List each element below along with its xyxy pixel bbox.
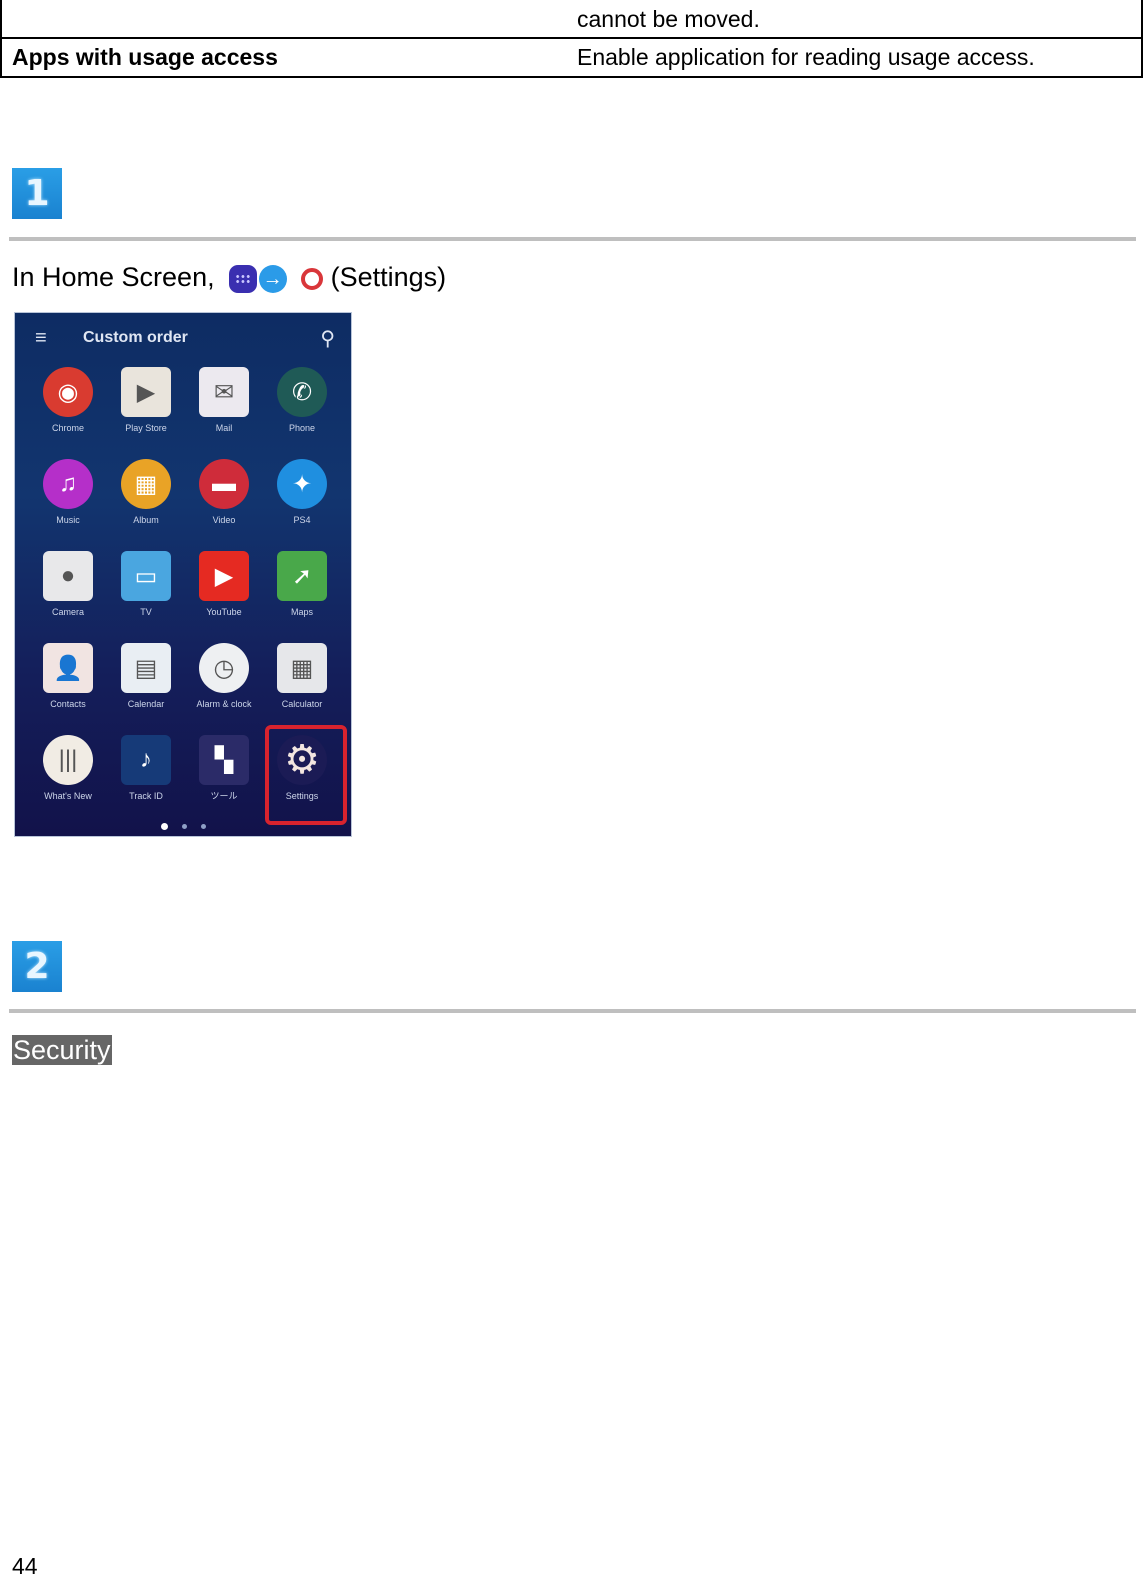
app-music[interactable]: ♫ Music [29,459,107,535]
app-[interactable]: ▚ ツール [185,735,263,811]
app-youtube[interactable]: ▶ YouTube [185,551,263,627]
page-indicator [15,823,351,830]
app-settings[interactable]: ⚙ Settings [263,725,347,825]
camera-icon: ● [43,551,93,601]
security-menu-label[interactable]: Security [12,1035,112,1065]
album-icon: ▦ [121,459,171,509]
app-phone[interactable]: ✆ Phone [263,367,341,443]
app-album[interactable]: ▦ Album [107,459,185,535]
app-label: Chrome [51,423,84,433]
table-cell-description: Enable application for reading usage acc… [577,44,1035,70]
calculator-icon: ▦ [277,643,327,693]
clock-icon: ◷ [199,643,249,693]
app-ps4[interactable]: ✦ PS4 [263,459,341,535]
folder-icon: ▚ [199,735,249,785]
app-label: Phone [288,423,316,433]
phone-icon: ✆ [277,367,327,417]
app-label: Calculator [281,699,323,709]
mail-icon: ✉ [199,367,249,417]
app-grid: ◉ Chrome ▶ Play Store ✉ Mail ✆ Phone ♫ Music ▦ Albu… [15,363,351,825]
app-alarm-clock[interactable]: ◷ Alarm & clock [185,643,263,719]
settings-gear-icon: ⚙ [277,735,327,785]
app-label: Video [212,515,236,525]
page-dot[interactable] [200,824,206,829]
app-calendar[interactable]: ▤ Calendar [107,643,185,719]
table-row: cannot be moved. [2,0,1141,39]
app-what-s-new[interactable]: ||| What's New [29,735,107,811]
app-drawer-header: ≡ Custom order ⚲ [15,313,351,363]
table-cell-label: Apps with usage access [12,44,278,70]
step-1-icon: 1 [12,168,62,219]
calendar-icon: ▤ [121,643,171,693]
app-label: ツール [210,791,238,801]
whats-new-icon: ||| [43,735,93,785]
video-icon: ▬ [199,459,249,509]
step-2-instruction: Security [12,1035,112,1066]
instruction-text-settings: (Settings) [330,262,447,292]
app-camera[interactable]: ● Camera [29,551,107,627]
step-number: 2 [24,946,50,987]
settings-icon [300,267,323,290]
table-row: Apps with usage access Enable applicatio… [2,39,1141,78]
app-label: Album [133,515,159,525]
step-number: 1 [24,173,50,214]
app-label: Mail [215,423,233,433]
apps-icon [228,264,257,293]
app-tv[interactable]: ▭ TV [107,551,185,627]
app-label: Calendar [127,699,165,709]
app-label: Contacts [50,699,86,709]
step-1-instruction: In Home Screen, → (Settings) [12,262,446,293]
music-icon: ♫ [43,459,93,509]
app-label: Maps [290,607,313,617]
step-divider [9,1009,1136,1013]
app-mail[interactable]: ✉ Mail [185,367,263,443]
settings-description-table: cannot be moved. Apps with usage access … [0,0,1143,78]
maps-icon: ➚ [277,551,327,601]
instruction-icons: → [228,264,323,293]
phone-app-drawer-screenshot: ≡ Custom order ⚲ ◉ Chrome ▶ Play Store ✉ Mail… [14,312,352,837]
page-dot[interactable] [160,823,168,830]
arrow-right-icon: → [258,264,287,293]
app-calculator[interactable]: ▦ Calculator [263,643,341,719]
app-chrome[interactable]: ◉ Chrome [29,367,107,443]
app-drawer-title: Custom order [83,329,188,346]
app-contacts[interactable]: 👤 Contacts [29,643,107,719]
instruction-text: In Home Screen, [12,262,215,292]
app-label: Track ID [129,791,163,801]
app-track-id[interactable]: ♪ Track ID [107,735,185,811]
page-dot[interactable] [181,824,187,829]
step-divider [9,237,1136,241]
table-cell-description: cannot be moved. [577,6,760,32]
app-play-store[interactable]: ▶ Play Store [107,367,185,443]
step-2-icon: 2 [12,941,62,992]
app-maps[interactable]: ➚ Maps [263,551,341,627]
app-label: Settings [285,791,319,801]
tv-icon: ▭ [121,551,171,601]
app-label: TV [140,607,152,617]
playstation-icon: ✦ [277,459,327,509]
play-store-icon: ▶ [121,367,171,417]
chrome-icon: ◉ [43,367,93,417]
page-number: 44 [12,1553,38,1579]
app-label: Music [56,515,80,525]
track-id-icon: ♪ [121,735,171,785]
app-label: What's New [44,791,92,801]
search-icon[interactable]: ⚲ [320,326,335,351]
youtube-icon: ▶ [199,551,249,601]
app-video[interactable]: ▬ Video [185,459,263,535]
contacts-icon: 👤 [43,643,93,693]
app-label: Play Store [125,423,167,433]
app-label: PS4 [293,515,311,525]
app-label: Alarm & clock [196,699,252,709]
menu-icon[interactable]: ≡ [35,327,61,350]
app-label: Camera [51,607,84,617]
app-label: YouTube [206,607,242,617]
